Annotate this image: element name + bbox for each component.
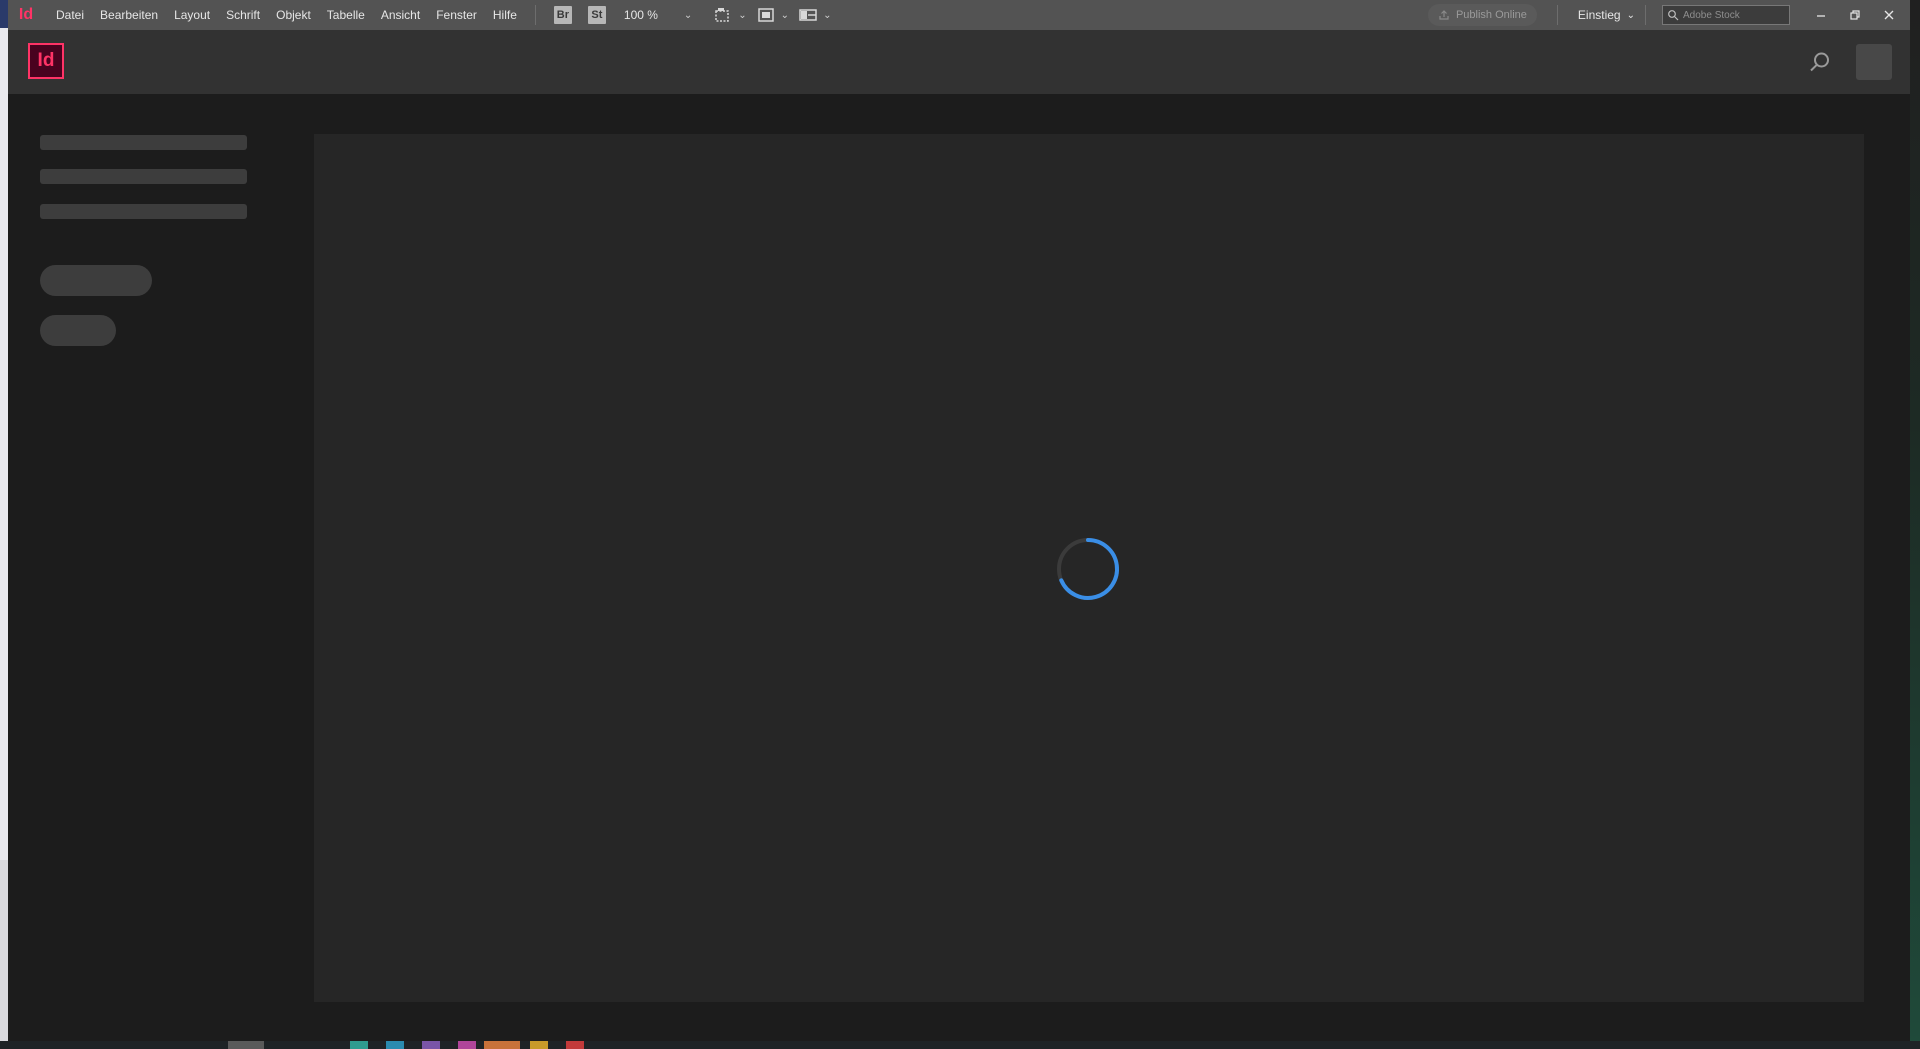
search-icon: [1810, 52, 1829, 72]
view-options-button[interactable]: ⌄: [714, 7, 747, 23]
menu-objekt[interactable]: Objekt: [268, 0, 319, 30]
menu-layout[interactable]: Layout: [166, 0, 218, 30]
upload-icon: [1439, 10, 1449, 20]
sidebar-skeleton-button: [40, 315, 116, 346]
screen-mode-icon: [757, 8, 774, 22]
arrange-documents-chevron-down-icon: ⌄: [823, 9, 832, 21]
sidebar-skeleton-line: [40, 204, 247, 219]
menu-bearbeiten[interactable]: Bearbeiten: [92, 0, 166, 30]
zoom-chevron-down-icon[interactable]: ⌄: [684, 10, 692, 21]
sidebar-skeleton-line: [40, 169, 247, 184]
arrange-documents-icon: [799, 9, 817, 21]
menu-fenster[interactable]: Fenster: [428, 0, 485, 30]
desktop-edge-left: [0, 0, 8, 1049]
screen-mode-button[interactable]: ⌄: [757, 7, 789, 23]
menu-separator: [1556, 5, 1558, 25]
zoom-level[interactable]: 100 %: [624, 8, 674, 22]
restore-button[interactable]: [1838, 0, 1872, 30]
adobe-stock-search[interactable]: [1662, 5, 1790, 25]
arrange-documents-button[interactable]: ⌄: [799, 7, 831, 23]
restore-icon: [1849, 9, 1860, 20]
taskbar-app[interactable]: [386, 1041, 404, 1049]
app-logo-small: Id: [18, 6, 34, 23]
indesign-logo: Id: [28, 43, 64, 79]
sidebar-skeleton-line: [40, 135, 247, 150]
menu-datei[interactable]: Datei: [48, 0, 92, 30]
taskbar-app[interactable]: [422, 1041, 440, 1049]
publish-online-label: Publish Online: [1455, 9, 1527, 21]
taskbar-app[interactable]: [530, 1041, 548, 1049]
menu-separator: [1645, 5, 1646, 25]
taskbar-app[interactable]: [350, 1041, 368, 1049]
home-header: Id: [8, 30, 1910, 94]
minimize-button[interactable]: [1804, 0, 1838, 30]
screen-mode-chevron-down-icon: ⌄: [780, 9, 790, 21]
sidebar-skeleton-button: [40, 265, 152, 296]
taskbar-app[interactable]: [458, 1041, 476, 1049]
view-options-chevron-down-icon: ⌄: [738, 9, 747, 21]
menu-tabelle[interactable]: Tabelle: [319, 0, 373, 30]
avatar[interactable]: [1856, 44, 1892, 80]
adobe-stock-search-input[interactable]: [1683, 9, 1779, 21]
workspace-switcher[interactable]: Einstieg ⌄: [1568, 8, 1645, 22]
minimize-icon: [1817, 15, 1825, 17]
taskbar-app[interactable]: [228, 1041, 264, 1049]
menu-schrift[interactable]: Schrift: [218, 0, 268, 30]
menu-separator: [534, 5, 536, 25]
menu-ansicht[interactable]: Ansicht: [373, 0, 428, 30]
taskbar: [0, 1041, 1920, 1049]
home-search-button[interactable]: [1808, 50, 1832, 74]
bridge-button[interactable]: Br: [553, 6, 572, 24]
menu-bar: Id Datei Bearbeiten Layout Schrift Objek…: [8, 0, 1910, 30]
view-options-icon: [715, 8, 730, 22]
taskbar-app[interactable]: [566, 1041, 584, 1049]
loading-spinner-icon: [1057, 538, 1119, 600]
close-icon: [1884, 10, 1894, 20]
close-button[interactable]: [1872, 0, 1906, 30]
stock-button[interactable]: St: [587, 6, 606, 24]
search-icon: [1668, 10, 1679, 21]
publish-online-button[interactable]: Publish Online: [1427, 4, 1537, 26]
workspace-label: Einstieg: [1577, 8, 1621, 22]
workspace-chevron-down-icon: ⌄: [1626, 9, 1635, 21]
taskbar-app[interactable]: [484, 1041, 520, 1049]
menu-hilfe[interactable]: Hilfe: [485, 0, 525, 30]
desktop-edge-right: [1910, 0, 1920, 1049]
